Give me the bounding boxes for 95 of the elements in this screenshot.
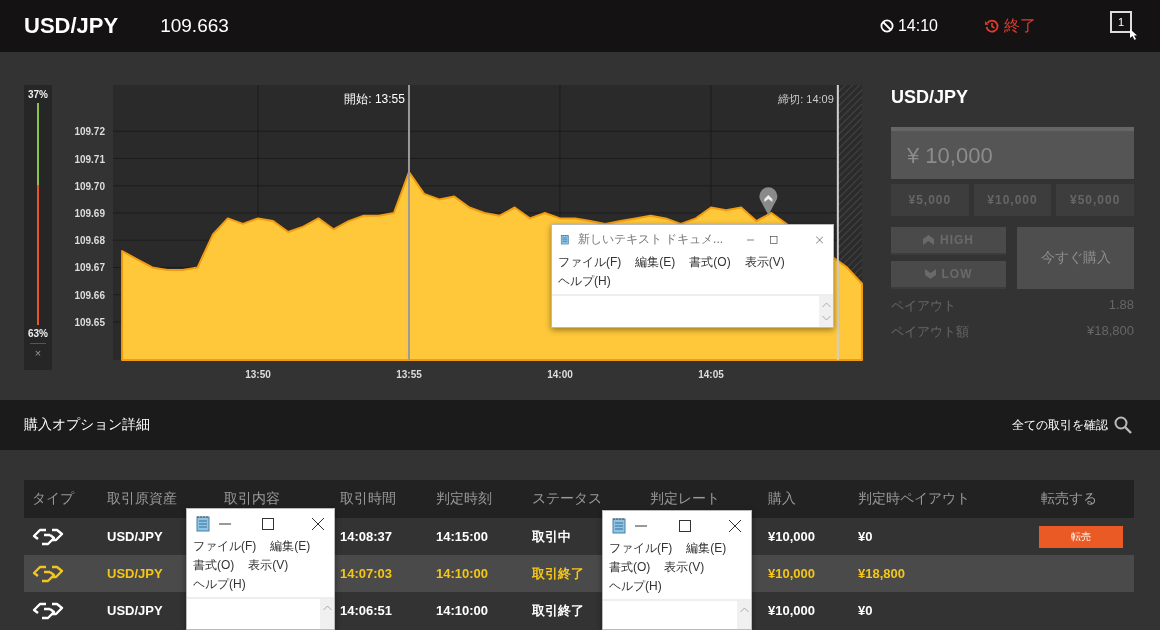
menu-item[interactable]: 書式(O) [193, 557, 235, 574]
y-tick-label: 109.67 [74, 262, 105, 274]
table-cell: 14:06:51 [340, 603, 393, 618]
menu-item[interactable]: 書式(O) [689, 254, 731, 271]
down-chevron-icon [924, 269, 936, 279]
menu-item[interactable]: 編集(E) [686, 540, 727, 557]
column-header: 判定時刻 [435, 490, 493, 508]
y-tick-label: 109.70 [74, 180, 105, 192]
scrollbar[interactable] [819, 296, 833, 327]
menu-item[interactable]: ファイル(F) [193, 538, 257, 555]
y-tick-label: 109.68 [74, 235, 105, 247]
y-tick-label: 109.66 [74, 289, 105, 301]
scrollbar[interactable] [320, 599, 334, 629]
close-icon[interactable] [312, 517, 324, 530]
table-cell: 14:07:03 [340, 566, 393, 581]
menu-item[interactable]: ヘルプ(H) [558, 273, 611, 290]
table-cell: 14:15:00 [436, 529, 489, 544]
status-label: 終了 [1004, 15, 1036, 36]
expiry-time: 14:10 [897, 17, 938, 35]
map-pin-icon [759, 187, 778, 215]
table-cell: ¥10,000 [768, 529, 815, 544]
menu-item[interactable]: 表示(V) [248, 557, 289, 574]
notepad-icon [195, 515, 211, 532]
menu-item[interactable]: 表示(V) [664, 559, 705, 576]
menu-item[interactable]: 編集(E) [270, 538, 311, 555]
link-icon [32, 527, 64, 546]
table-cell: ¥0 [858, 529, 873, 544]
table-cell: USD/JPY [107, 603, 163, 618]
y-tick-label: 109.65 [74, 316, 105, 328]
symbol-title: USD/JPY [24, 13, 119, 39]
x-tick-label: 13:55 [396, 369, 422, 380]
close-button[interactable]: × [34, 344, 42, 359]
price-value: 109.663 [160, 15, 229, 37]
table-cell: 取引中 [532, 527, 571, 546]
maximize-icon[interactable] [679, 519, 691, 532]
text-area[interactable] [603, 599, 751, 629]
column-header: 取引時間 [339, 490, 397, 508]
maximize-icon[interactable] [262, 517, 274, 530]
menu-item[interactable]: ヘルプ(H) [609, 578, 662, 595]
table-cell: USD/JPY [107, 529, 163, 544]
column-header: ステータス [531, 490, 603, 508]
column-header: 取引内容 [223, 490, 281, 508]
link-icon [32, 564, 64, 583]
cursor-icon [1130, 29, 1138, 40]
column-header: 転売する [1040, 490, 1098, 508]
y-tick-label: 109.72 [74, 126, 105, 138]
menu-item[interactable]: ヘルプ(H) [193, 576, 246, 593]
table-cell: ¥10,000 [768, 566, 815, 581]
table-cell: USD/JPY [107, 566, 163, 581]
scrollbar[interactable] [737, 601, 751, 629]
table-cell: 14:10:00 [436, 603, 489, 618]
no-entry-icon [879, 19, 894, 33]
menu-item[interactable]: ファイル(F) [609, 540, 673, 557]
text-area[interactable] [552, 294, 833, 327]
history-icon [984, 18, 1000, 34]
table-cell: ¥0 [858, 603, 873, 618]
x-tick-label: 13:50 [245, 369, 271, 380]
column-header: タイプ [31, 490, 76, 508]
search-icon[interactable] [1114, 416, 1132, 434]
column-header: 取引原資産 [106, 490, 178, 508]
notepad-icon [611, 517, 627, 534]
column-header: 購入 [767, 490, 797, 508]
column-header: 判定レート [649, 490, 721, 508]
scroll-up-icon[interactable] [821, 302, 831, 308]
scroll-up-icon[interactable] [739, 607, 749, 613]
scroll-down-icon[interactable] [821, 315, 831, 321]
column-header: 判定時ペイアウト [857, 490, 971, 508]
section-title: 購入オプション詳細 [24, 416, 151, 434]
up-chevron-icon [923, 235, 934, 245]
resell-button[interactable]: 転売 [1039, 525, 1123, 548]
scroll-up-icon[interactable] [322, 605, 332, 611]
menu-item[interactable]: 書式(O) [609, 559, 651, 576]
close-icon[interactable] [729, 519, 741, 532]
close-time-label: 締切: 14:09 [778, 93, 834, 105]
table-cell: ¥10,000 [768, 603, 815, 618]
high-percent: 37% [28, 89, 48, 100]
y-tick-label: 109.69 [74, 207, 105, 219]
all-trades-link[interactable]: 全ての取引を確認 [1012, 416, 1108, 434]
y-tick-label: 109.71 [74, 153, 105, 165]
text-area[interactable] [187, 597, 334, 629]
table-cell: 14:10:00 [436, 566, 489, 581]
table-cell: 14:08:37 [340, 529, 393, 544]
menu-item[interactable]: ファイル(F) [558, 254, 622, 271]
window-title: 新しいテキスト ドキュメ... [577, 231, 724, 248]
low-percent: 63% [28, 328, 48, 339]
link-icon [32, 601, 64, 620]
x-tick-label: 14:05 [698, 369, 724, 380]
start-time-label: 開始: 13:55 [344, 92, 405, 106]
x-tick-label: 14:00 [547, 369, 573, 380]
menu-item[interactable]: 表示(V) [744, 254, 785, 271]
table-cell: 取引終了 [532, 564, 584, 583]
panel-title: USD/JPY [891, 87, 970, 109]
menu-item[interactable]: 編集(E) [635, 254, 676, 271]
table-cell: ¥18,800 [858, 566, 905, 581]
table-cell: 取引終了 [532, 601, 584, 620]
